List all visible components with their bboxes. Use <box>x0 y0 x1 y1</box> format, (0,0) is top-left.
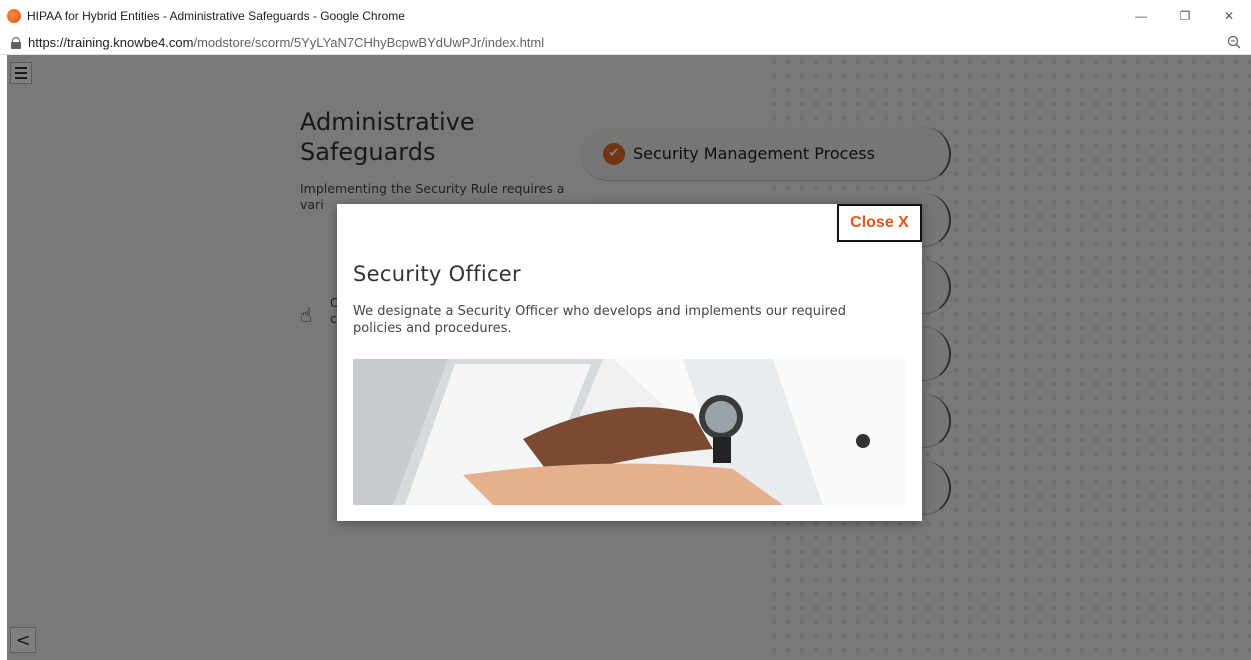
zoom-icon[interactable] <box>1227 35 1241 49</box>
restore-button[interactable]: ❐ <box>1163 0 1207 31</box>
window-title: HIPAA for Hybrid Entities - Administrati… <box>27 8 405 23</box>
close-button[interactable]: Close X <box>837 204 922 242</box>
minimize-button[interactable]: — <box>1119 0 1163 31</box>
lock-icon[interactable] <box>11 36 21 49</box>
tablet-photo-illustration <box>353 359 907 505</box>
tablet-photo-image <box>353 359 907 505</box>
close-window-button[interactable]: ✕ <box>1207 0 1251 31</box>
chrome-app-icon <box>7 8 21 23</box>
window-controls: — ❐ ✕ <box>1119 0 1251 31</box>
url-path: /modstore/scorm/5YyLYaN7CHhyBcpwBYdUwPJr… <box>193 35 545 50</box>
address-bar[interactable]: https://training.knowbe4.com /modstore/s… <box>0 31 1251 55</box>
window-titlebar: HIPAA for Hybrid Entities - Administrati… <box>0 0 1251 31</box>
modal-body-text: We designate a Security Officer who deve… <box>353 304 846 336</box>
security-officer-modal: Close X Security Officer We designate a … <box>337 204 922 521</box>
modal-title: Security Officer <box>353 262 521 286</box>
url-host: https://training.knowbe4.com <box>28 35 194 50</box>
